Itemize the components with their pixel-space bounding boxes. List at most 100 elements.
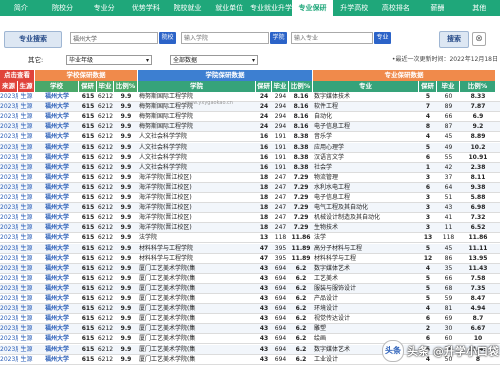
table-cell[interactable]: 生源 [18, 304, 35, 314]
column-header[interactable]: 保研 [79, 81, 97, 92]
table-cell[interactable]: 福州大学 [35, 112, 79, 122]
column-header[interactable]: 毕业 [97, 81, 114, 92]
nav-tab[interactable]: 优势学科 [125, 0, 167, 16]
table-cell[interactable]: 福州大学 [35, 244, 79, 254]
table-cell[interactable]: 福州大学 [35, 143, 79, 153]
table-cell[interactable]: 雕塑 [313, 324, 420, 334]
table-cell[interactable]: 福州大学 [35, 223, 79, 233]
table-cell[interactable]: 厦门工艺美术学院(集 [138, 334, 257, 344]
table-cell[interactable]: 人文社会科学学院 [138, 132, 257, 142]
table-cell[interactable]: 材料科学与工程学院 [138, 244, 257, 254]
table-cell[interactable]: 物流管理 [313, 173, 420, 183]
major-search-input[interactable] [291, 32, 373, 44]
table-cell[interactable]: 福州大学 [35, 294, 79, 304]
table-cell[interactable]: 厦门工艺美术学院(集 [138, 264, 257, 274]
table-cell[interactable]: 福州大学 [35, 254, 79, 264]
table-cell[interactable]: 生源 [18, 102, 35, 112]
table-cell[interactable]: 福州大学 [35, 264, 79, 274]
table-cell[interactable]: 福州大学 [35, 213, 79, 223]
table-cell[interactable]: 生源 [18, 355, 35, 365]
column-header[interactable]: 比例% [289, 81, 313, 92]
table-cell[interactable]: 厦门工艺美术学院(集 [138, 324, 257, 334]
major-search-button[interactable]: 专业 [374, 32, 391, 44]
table-cell[interactable]: 福州大学 [35, 163, 79, 173]
table-cell[interactable]: 材料科学与工程 [313, 254, 420, 264]
table-cell[interactable]: 生源 [18, 112, 35, 122]
nav-tab[interactable]: 专业分 [83, 0, 125, 16]
column-header[interactable]: 学院 [138, 81, 256, 92]
table-cell[interactable]: 福州大学 [35, 324, 79, 334]
table-cell[interactable]: 生源 [18, 345, 35, 355]
table-cell[interactable]: 生源 [18, 294, 35, 304]
college-search-input[interactable] [181, 32, 269, 44]
data-scope-select[interactable]: 全部数据 [170, 55, 258, 66]
table-cell[interactable]: 生源 [18, 92, 35, 102]
table-cell[interactable]: 海洋学院(晋江校区) [138, 193, 257, 203]
table-cell[interactable]: 数字媒体技术 [313, 92, 420, 102]
nav-tab[interactable]: 简介 [0, 0, 42, 16]
table-cell[interactable]: 梅努斯国际工程学院 [138, 112, 257, 122]
column-header[interactable]: 学校 [35, 81, 79, 92]
table-cell[interactable]: 福州大学 [35, 132, 79, 142]
column-header[interactable]: 比例% [460, 81, 496, 92]
table-cell[interactable]: 电气工程及其自动化 [313, 203, 420, 213]
table-cell[interactable]: 人文社会科学学院 [138, 153, 257, 163]
table-cell[interactable]: 福州大学 [35, 314, 79, 324]
search-logo[interactable]: 搜索 [439, 31, 469, 48]
table-cell[interactable]: 福州大学 [35, 355, 79, 365]
table-cell[interactable]: 厦门工艺美术学院(集 [138, 304, 257, 314]
table-cell[interactable]: 厦门工艺美术学院(集 [138, 355, 257, 365]
table-cell[interactable]: 生源 [18, 213, 35, 223]
table-cell[interactable]: 生物技术 [313, 223, 420, 233]
column-header[interactable]: 来源 [0, 81, 18, 92]
table-cell[interactable]: 厦门工艺美术学院(集 [138, 274, 257, 284]
table-cell[interactable]: 生源 [18, 223, 35, 233]
table-cell[interactable]: 福州大学 [35, 102, 79, 112]
table-cell[interactable]: 自动化 [313, 112, 420, 122]
table-cell[interactable]: 厦门工艺美术学院(集 [138, 345, 257, 355]
table-cell[interactable]: 生源 [18, 314, 35, 324]
table-cell[interactable]: 厦门工艺美术学院(集 [138, 284, 257, 294]
table-cell[interactable]: 数字媒体艺术 [313, 264, 420, 274]
nav-tab[interactable]: 专业就业升学 [250, 0, 292, 16]
table-cell[interactable]: 生源 [18, 183, 35, 193]
table-cell[interactable]: 生源 [18, 193, 35, 203]
table-cell[interactable]: 生源 [18, 122, 35, 132]
table-cell[interactable]: 社会学 [313, 163, 420, 173]
nav-tab[interactable]: 院校分 [42, 0, 84, 16]
table-cell[interactable]: 厦门工艺美术学院(集 [138, 314, 257, 324]
table-cell[interactable]: 福州大学 [35, 304, 79, 314]
table-cell[interactable]: 生源 [18, 334, 35, 344]
table-cell[interactable]: 生源 [18, 233, 35, 243]
table-cell[interactable]: 生源 [18, 254, 35, 264]
table-cell[interactable]: 福州大学 [35, 173, 79, 183]
table-cell[interactable]: 生源 [18, 284, 35, 294]
table-cell[interactable]: 福州大学 [35, 334, 79, 344]
table-cell[interactable]: 生源 [18, 244, 35, 254]
table-cell[interactable]: 生源 [18, 173, 35, 183]
column-header[interactable]: 毕业 [437, 81, 460, 92]
table-cell[interactable]: 水利水电工程 [313, 183, 420, 193]
table-cell[interactable]: 福州大学 [35, 203, 79, 213]
table-cell[interactable]: 软件工程 [313, 102, 420, 112]
nav-tab[interactable]: 薪酬 [417, 0, 459, 16]
nav-tab[interactable]: 就业单位 [208, 0, 250, 16]
table-cell[interactable]: 机械设计制造及其自动化 [313, 213, 420, 223]
school-search-input[interactable] [70, 32, 158, 44]
table-cell[interactable]: 海洋学院(晋江校区) [138, 203, 257, 213]
table-cell[interactable]: 福州大学 [35, 274, 79, 284]
table-cell[interactable]: 法学 [313, 233, 420, 243]
table-cell[interactable]: 生源 [18, 153, 35, 163]
table-cell[interactable]: 法学院 [138, 233, 257, 243]
column-header[interactable]: 生源 [18, 81, 35, 92]
table-cell[interactable]: 海洋学院(晋江校区) [138, 183, 257, 193]
degree-select[interactable]: 毕业年级 [66, 55, 152, 66]
table-cell[interactable]: 人文社会科学学院 [138, 163, 257, 173]
table-cell[interactable]: 梅努斯国际工程学院 [138, 122, 257, 132]
table-cell[interactable]: 海洋学院(晋江校区) [138, 213, 257, 223]
nav-tab[interactable]: 院校就业 [167, 0, 209, 16]
table-cell[interactable]: 福州大学 [35, 233, 79, 243]
table-cell[interactable]: 福州大学 [35, 183, 79, 193]
school-search-button[interactable]: 院校 [159, 32, 176, 44]
close-icon[interactable]: ⊗ [472, 32, 486, 46]
